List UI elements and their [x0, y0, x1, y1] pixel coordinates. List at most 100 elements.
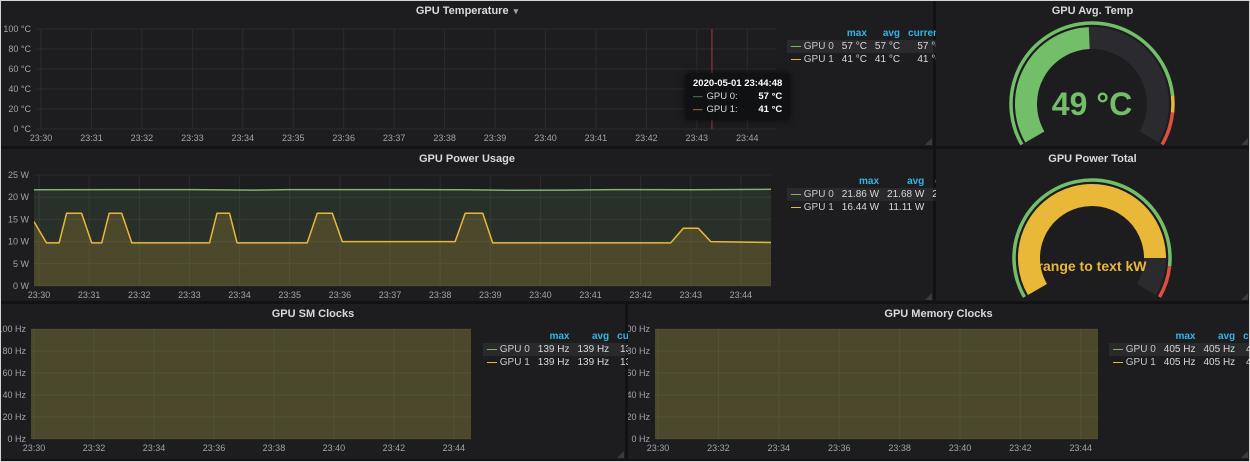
legend-value: 405 Hz: [1199, 356, 1239, 369]
timeseries-gpu-power-usage[interactable]: 0 W5 W10 W15 W20 W25 W23:3023:3123:3223:…: [1, 169, 787, 301]
svg-text:23:38: 23:38: [429, 290, 452, 300]
legend-col-max[interactable]: max: [1160, 330, 1200, 343]
svg-text:20 W: 20 W: [8, 192, 30, 202]
panel-resize-handle[interactable]: [617, 451, 624, 458]
svg-text:20 °C: 20 °C: [8, 104, 31, 114]
legend-value: 139 Hz: [573, 343, 613, 356]
svg-text:80 °C: 80 °C: [8, 44, 31, 54]
legend-value: 41 °C: [871, 53, 904, 66]
panel-title-gpu-memory-clocks[interactable]: GPU Memory Clocks: [628, 304, 1249, 324]
svg-text:23:42: 23:42: [629, 290, 652, 300]
panel-gpu-sm-clocks: GPU SM Clocks 0 Hz20 Hz40 Hz60 Hz80 Hz10…: [1, 304, 625, 459]
gauge-gpu-power-total: range to text kW: [936, 169, 1249, 301]
legend-col-max[interactable]: max: [838, 175, 883, 188]
series-color-dash-icon: —: [791, 202, 804, 213]
legend-col-avg[interactable]: avg: [573, 330, 613, 343]
panel-resize-handle[interactable]: [1241, 138, 1248, 145]
legend-col-max[interactable]: max: [534, 330, 574, 343]
legend-col-avg[interactable]: avg: [1199, 330, 1239, 343]
svg-text:0 °C: 0 °C: [13, 124, 31, 134]
svg-text:23:32: 23:32: [707, 443, 730, 453]
svg-text:100 Hz: 100 Hz: [628, 324, 650, 334]
panel-title-gpu-power-usage[interactable]: GPU Power Usage: [1, 149, 933, 169]
tooltip-row: —GPU 1:41 °C: [693, 104, 782, 115]
svg-text:40 Hz: 40 Hz: [2, 390, 26, 400]
svg-text:23:39: 23:39: [479, 290, 502, 300]
panel-title-text: GPU Memory Clocks: [884, 308, 992, 320]
svg-text:60 Hz: 60 Hz: [2, 368, 26, 378]
panel-resize-handle[interactable]: [1241, 293, 1248, 300]
svg-text:60 Hz: 60 Hz: [628, 368, 650, 378]
legend-series-toggle-gpu-1[interactable]: — GPU 1: [1109, 356, 1160, 369]
svg-text:23:31: 23:31: [78, 290, 101, 300]
dashboard-row-3: GPU SM Clocks 0 Hz20 Hz40 Hz60 Hz80 Hz10…: [1, 304, 1249, 459]
legend-series-toggle-gpu-1[interactable]: — GPU 1: [787, 201, 838, 214]
panel-resize-handle[interactable]: [925, 138, 932, 145]
svg-text:23:34: 23:34: [768, 443, 791, 453]
legend-row-gpu-0: — GPU 0405 Hz405 Hz405 Hz: [1109, 343, 1250, 356]
svg-text:23:33: 23:33: [181, 133, 204, 143]
legend-col-max[interactable]: max: [838, 27, 871, 40]
legend-col-avg[interactable]: avg: [871, 27, 904, 40]
svg-text:23:40: 23:40: [949, 443, 972, 453]
legend-series-toggle-gpu-1[interactable]: — GPU 1: [483, 356, 534, 369]
panel-title-text: GPU Power Usage: [419, 153, 515, 165]
legend-series-toggle-gpu-0[interactable]: — GPU 0: [483, 343, 534, 356]
tooltip-time: 2020-05-01 23:44:48: [693, 78, 782, 89]
svg-text:40 Hz: 40 Hz: [628, 390, 650, 400]
panel-gpu-power-usage: GPU Power Usage 0 W5 W10 W15 W20 W25 W23…: [1, 149, 933, 301]
legend-col-current[interactable]: current: [1239, 330, 1250, 343]
tooltip-row: —GPU 0:57 °C: [693, 91, 782, 102]
legend-value: 16.44 W: [838, 201, 883, 214]
svg-text:25 W: 25 W: [8, 170, 30, 180]
legend-series-toggle-gpu-1[interactable]: — GPU 1: [787, 53, 838, 66]
panel-resize-handle[interactable]: [1241, 451, 1248, 458]
svg-text:23:34: 23:34: [143, 443, 166, 453]
tooltip-series-value: 57 °C: [750, 91, 782, 102]
legend-value: 11.11 W: [883, 201, 928, 214]
svg-text:100 °C: 100 °C: [3, 24, 31, 34]
legend-series-toggle-gpu-0[interactable]: — GPU 0: [1109, 343, 1160, 356]
svg-text:20 Hz: 20 Hz: [628, 412, 650, 422]
legend-col-avg[interactable]: avg: [883, 175, 928, 188]
series-color-dash-icon: —: [1113, 344, 1126, 355]
svg-text:23:38: 23:38: [433, 133, 456, 143]
panel-title-text: GPU SM Clocks: [272, 308, 355, 320]
legend-value: 405 Hz: [1239, 356, 1250, 369]
timeseries-gpu-temperature[interactable]: 0 °C20 °C40 °C60 °C80 °C100 °C23:3023:31…: [1, 21, 787, 146]
svg-text:23:40: 23:40: [529, 290, 552, 300]
series-color-dash-icon: —: [791, 41, 804, 52]
legend-value: 57 °C: [871, 40, 904, 53]
tooltip-series-rows: —GPU 0:57 °C —GPU 1:41 °C: [693, 91, 782, 115]
svg-text:20 Hz: 20 Hz: [2, 412, 26, 422]
timeseries-gpu-memory-clocks[interactable]: 0 Hz20 Hz40 Hz60 Hz80 Hz100 Hz23:3023:32…: [628, 324, 1109, 459]
svg-text:23:44: 23:44: [736, 133, 759, 143]
svg-text:23:38: 23:38: [263, 443, 286, 453]
series-color-dash-icon: —: [1113, 357, 1126, 368]
svg-text:15 W: 15 W: [8, 214, 30, 224]
svg-text:23:31: 23:31: [80, 133, 103, 143]
svg-text:23:37: 23:37: [379, 290, 402, 300]
panel-resize-handle[interactable]: [925, 293, 932, 300]
svg-text:23:43: 23:43: [686, 133, 709, 143]
legend-series-toggle-gpu-0[interactable]: — GPU 0: [787, 40, 838, 53]
dashboard-row-1: GPU Temperature ▾ 0 °C20 °C40 °C60 °C80 …: [1, 1, 1249, 146]
panel-title-gpu-power-total[interactable]: GPU Power Total: [936, 149, 1249, 169]
svg-text:23:42: 23:42: [383, 443, 406, 453]
svg-text:23:32: 23:32: [83, 443, 106, 453]
panel-title-gpu-temperature[interactable]: GPU Temperature ▾: [1, 1, 933, 21]
legend-row-gpu-1: — GPU 1405 Hz405 Hz405 Hz: [1109, 356, 1250, 369]
legend-gpu-memory-clocks: maxavgcurrent— GPU 0405 Hz405 Hz405 Hz— …: [1109, 324, 1250, 459]
gauge-gpu-avg-temp: 49 °C: [936, 21, 1249, 146]
panel-title-text: GPU Power Total: [1048, 153, 1136, 165]
panel-title-gpu-sm-clocks[interactable]: GPU SM Clocks: [1, 304, 625, 324]
timeseries-gpu-sm-clocks[interactable]: 0 Hz20 Hz40 Hz60 Hz80 Hz100 Hz23:3023:32…: [1, 324, 483, 459]
legend-series-toggle-gpu-0[interactable]: — GPU 0: [787, 188, 838, 201]
panel-title-gpu-avg-temp[interactable]: GPU Avg. Temp: [936, 1, 1249, 21]
svg-text:23:39: 23:39: [484, 133, 507, 143]
svg-text:23:37: 23:37: [383, 133, 406, 143]
svg-text:23:35: 23:35: [282, 133, 305, 143]
svg-text:23:42: 23:42: [635, 133, 658, 143]
svg-text:23:40: 23:40: [323, 443, 346, 453]
svg-text:23:44: 23:44: [730, 290, 753, 300]
